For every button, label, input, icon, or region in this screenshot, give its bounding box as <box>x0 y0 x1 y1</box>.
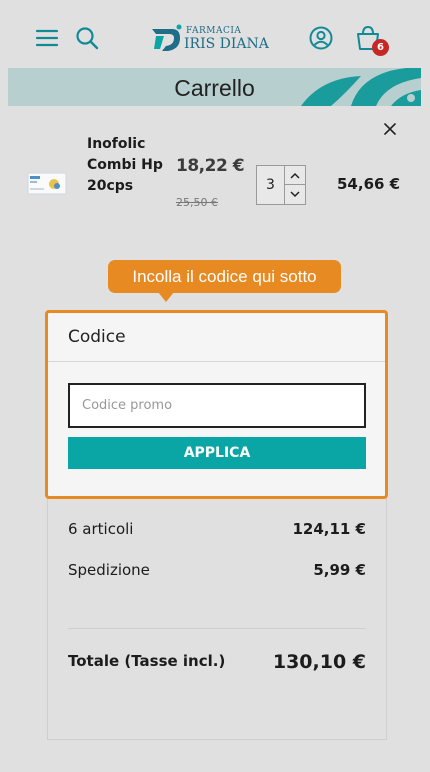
shipping-label: Spedizione <box>68 561 150 579</box>
menu-icon[interactable] <box>34 27 60 49</box>
promo-code-panel: Codice APPLICA <box>45 310 388 499</box>
search-icon[interactable] <box>74 25 100 51</box>
logo-big-text: IRIS DIANA <box>184 36 269 52</box>
promo-code-input[interactable] <box>68 383 366 428</box>
site-header: FARMACIA IRIS DIANA 6 <box>0 0 430 68</box>
shipping-value: 5,99 € <box>313 561 366 579</box>
total-label: Totale (Tasse incl.) <box>68 652 226 670</box>
promo-code-title: Codice <box>68 327 126 347</box>
site-logo[interactable]: FARMACIA IRIS DIANA <box>150 22 270 56</box>
user-account-icon[interactable] <box>308 25 334 51</box>
promo-code-divider <box>48 361 385 362</box>
product-price: 18,22 € <box>176 156 245 176</box>
chevron-up-icon <box>290 172 300 179</box>
product-name[interactable]: Inofolic Combi Hp 20cps <box>87 134 171 197</box>
items-count-label: 6 articoli <box>68 520 134 538</box>
summary-divider <box>68 628 366 629</box>
quantity-decrease-button[interactable] <box>285 185 305 204</box>
logo-mark-icon <box>152 24 182 51</box>
line-total: 54,66 € <box>337 175 401 193</box>
tooltip-arrow <box>158 292 174 302</box>
product-old-price: 25,50 € <box>176 196 218 209</box>
product-image[interactable] <box>26 168 68 198</box>
cart-count-badge: 6 <box>372 39 389 56</box>
cart-banner: Carrello <box>8 68 421 106</box>
items-subtotal-value: 124,11 € <box>292 520 366 538</box>
apply-code-button[interactable]: APPLICA <box>68 437 366 469</box>
remove-item-icon[interactable] <box>381 120 399 138</box>
quantity-increase-button[interactable] <box>285 166 305 185</box>
page-title: Carrello <box>174 75 255 101</box>
quantity-stepper[interactable]: 3 <box>256 165 306 205</box>
chevron-down-icon <box>290 191 300 198</box>
logo-small-text: FARMACIA <box>186 26 242 36</box>
paste-code-tooltip: Incolla il codice qui sotto <box>108 260 341 293</box>
total-value: 130,10 € <box>272 651 366 673</box>
cart-summary: 6 articoli 124,11 € Spedizione 5,99 € To… <box>47 498 387 740</box>
quantity-value[interactable]: 3 <box>257 166 285 204</box>
